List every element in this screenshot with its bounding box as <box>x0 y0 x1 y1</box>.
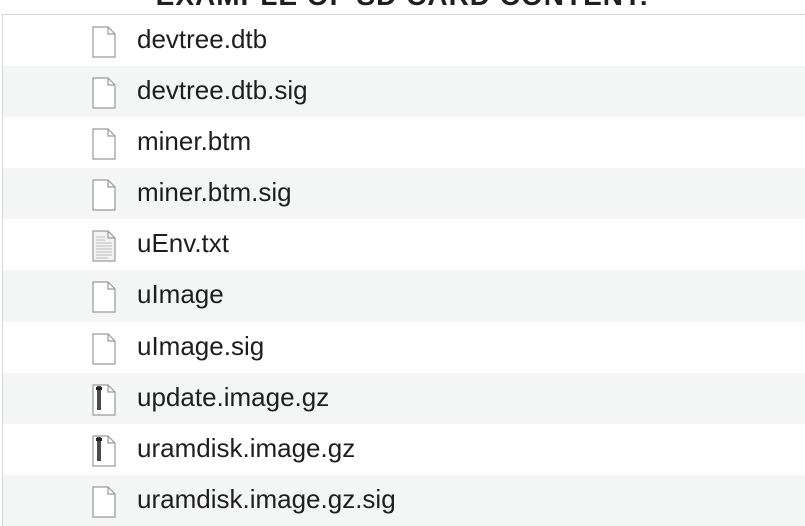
file-row-miner-btm[interactable]: miner.btm <box>3 117 805 168</box>
file-row-miner-btm-sig[interactable]: miner.btm.sig <box>3 168 805 220</box>
file-name: uImage <box>137 279 224 310</box>
blank-document-icon <box>90 281 118 314</box>
blank-document-icon <box>90 179 118 211</box>
file-name: miner.btm <box>137 126 252 157</box>
file-row-devtree-dtb[interactable]: devtree.dtb <box>3 15 805 66</box>
file-row-devtree-dtb-sig[interactable]: devtree.dtb.sig <box>3 66 805 118</box>
text-document-icon <box>90 230 118 262</box>
file-name: miner.btm.sig <box>137 177 292 208</box>
blank-document-icon <box>90 332 118 365</box>
file-name: uramdisk.image.gz.sig <box>137 483 396 514</box>
section-heading: EXAMPLE OF SD CARD CONTENT: <box>0 0 805 13</box>
file-name: update.image.gz <box>137 381 330 412</box>
file-name: uImage.sig <box>137 330 265 361</box>
blank-document-icon <box>90 128 118 160</box>
sd-card-content-view: EXAMPLE OF SD CARD CONTENT: devtree.dtb … <box>0 0 805 526</box>
file-row-uimage-sig[interactable]: uImage.sig <box>3 322 805 373</box>
archive-document-icon <box>90 384 118 416</box>
file-row-uenv-txt[interactable]: uEnv.txt <box>3 219 805 270</box>
blank-document-icon <box>90 26 118 58</box>
archive-document-icon <box>90 435 118 467</box>
file-name: devtree.dtb.sig <box>137 75 308 106</box>
file-row-update-image-gz[interactable]: update.image.gz <box>3 372 805 424</box>
blank-document-icon <box>90 486 118 518</box>
file-name: uramdisk.image.gz <box>137 432 356 463</box>
file-row-uimage[interactable]: uImage <box>3 270 805 322</box>
file-name: devtree.dtb <box>137 24 268 54</box>
file-list: devtree.dtb devtree.dtb.sig miner.btm mi… <box>2 14 805 526</box>
file-name: uEnv.txt <box>137 228 230 259</box>
file-row-uramdisk-image-gz[interactable]: uramdisk.image.gz <box>3 424 805 475</box>
file-row-uramdisk-image-gz-sig[interactable]: uramdisk.image.gz.sig <box>3 474 805 526</box>
blank-document-icon <box>90 77 118 109</box>
